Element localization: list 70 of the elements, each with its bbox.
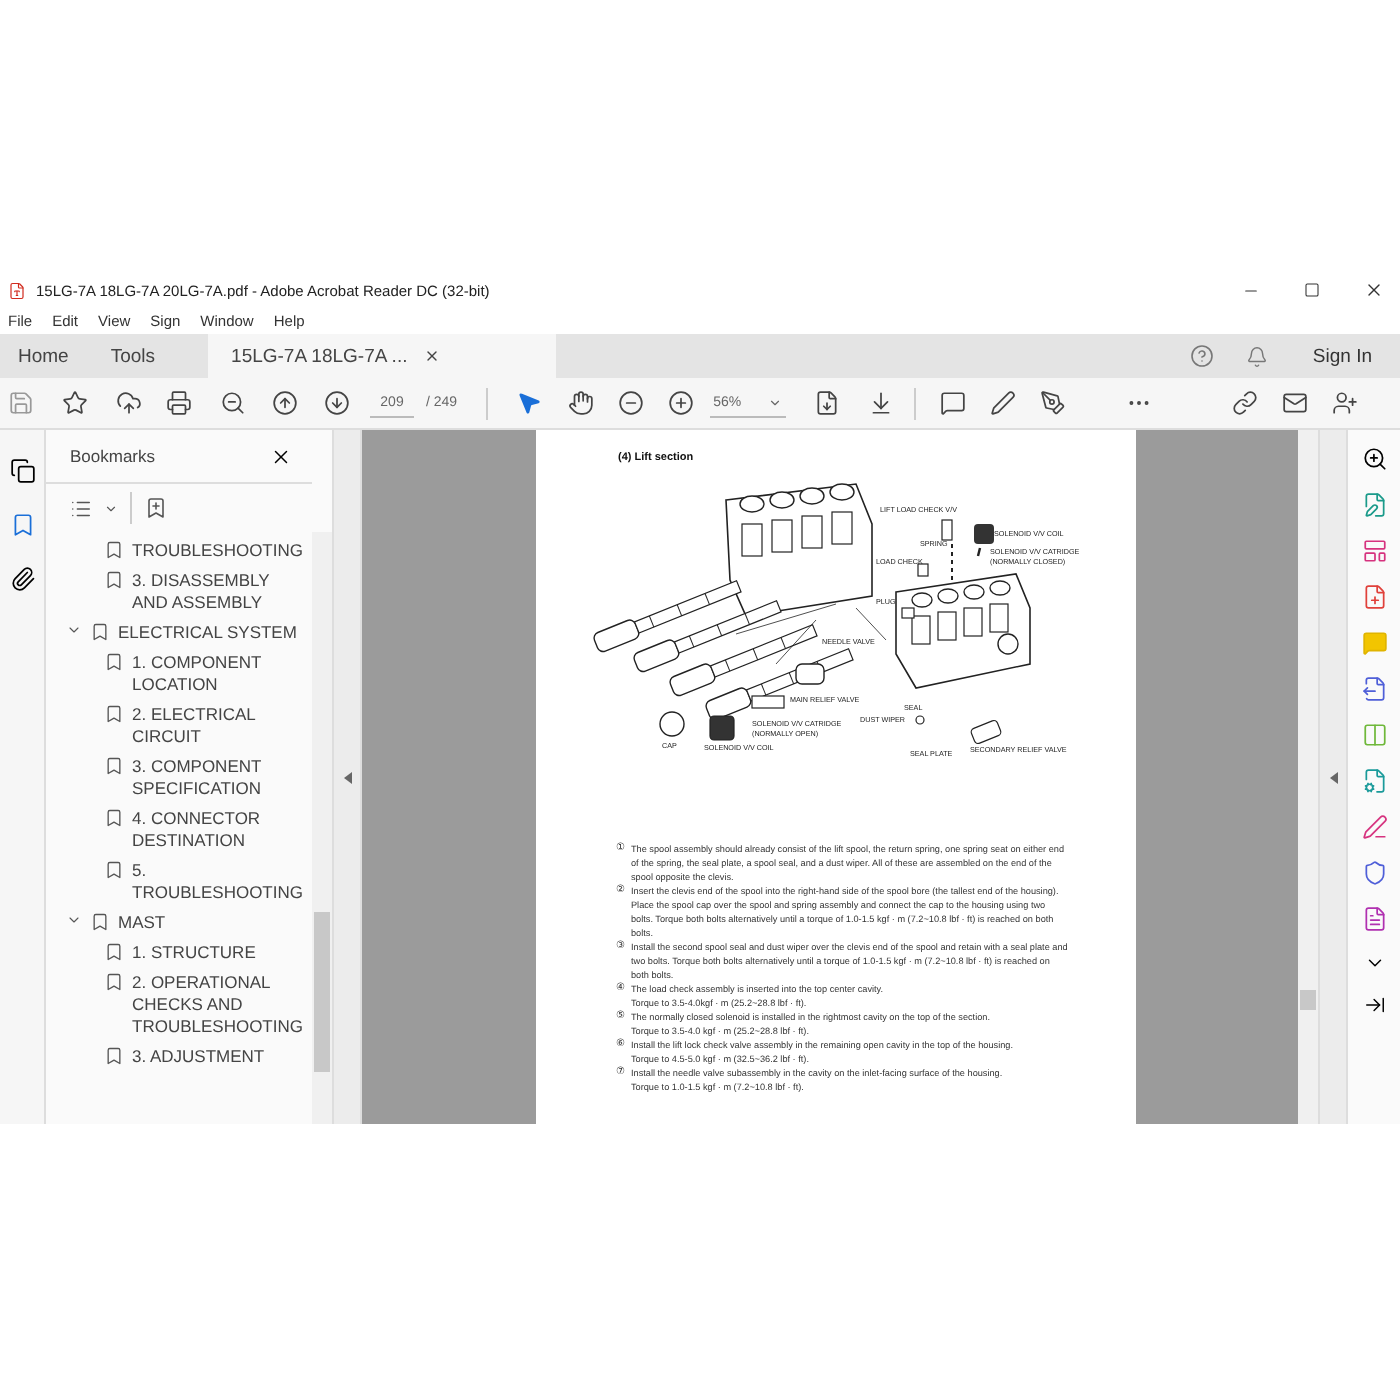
bookmark-item[interactable]: TROUBLESHOOTING [132, 540, 304, 562]
bookmark-item[interactable]: 5. TROUBLESHOOTING [132, 860, 304, 904]
bookmark-icon [104, 704, 124, 724]
select-cursor-icon[interactable] [515, 390, 542, 416]
export-file-icon[interactable] [1361, 676, 1387, 702]
caret-icon[interactable] [767, 395, 782, 409]
next-page-icon[interactable] [324, 390, 350, 416]
comment-icon[interactable] [939, 390, 966, 416]
search-icon[interactable] [220, 390, 246, 416]
bookmark-icon [104, 860, 124, 880]
file-gear-icon[interactable] [1361, 768, 1387, 794]
bookmark-item[interactable]: 3. ADJUSTMENT [132, 1046, 304, 1068]
bookmark-item[interactable]: 1. COMPONENT LOCATION [132, 652, 304, 696]
bell-icon[interactable] [1246, 345, 1269, 367]
shield-icon[interactable] [1361, 860, 1387, 886]
bookmark-icon[interactable] [9, 512, 35, 538]
bookmark-item[interactable]: 3. COMPONENT SPECIFICATION [132, 756, 304, 800]
share-link-icon[interactable] [1231, 390, 1258, 416]
paperclip-icon[interactable] [9, 566, 35, 592]
print-icon[interactable] [166, 390, 192, 416]
edit-file-icon[interactable] [1361, 492, 1387, 518]
expand-chevron-icon[interactable] [66, 622, 82, 638]
add-bookmark-icon[interactable] [144, 496, 168, 520]
bookmark-item[interactable]: 2. ELECTRICAL CIRCUIT [132, 704, 304, 748]
zoom-icon[interactable] [1361, 446, 1387, 472]
layout-icon[interactable] [1361, 538, 1387, 564]
pdf-app-icon [8, 281, 26, 299]
pen-icon[interactable] [1361, 814, 1387, 840]
bookmark-icon [104, 756, 124, 776]
collapse-panel-icon[interactable] [1363, 994, 1385, 1016]
collapse-arrow-icon[interactable] [343, 771, 351, 783]
close-icon[interactable] [270, 445, 292, 467]
hand-icon[interactable] [567, 390, 594, 416]
file-plus-icon[interactable] [1361, 584, 1387, 610]
sign-in-link[interactable]: Sign In [1312, 345, 1372, 367]
save-icon[interactable] [8, 390, 34, 416]
tab[interactable]: Home [0, 334, 87, 378]
bookmark-item[interactable]: 3. DISASSEMBLY AND ASSEMBLY [132, 570, 304, 614]
previous-page-icon[interactable] [272, 390, 298, 416]
pages-icon[interactable] [9, 458, 35, 484]
close-icon[interactable] [423, 348, 440, 364]
pen-icon[interactable] [989, 390, 1016, 416]
mail-icon[interactable] [1281, 390, 1308, 416]
bookmark-icon [104, 808, 124, 828]
expand-chevron-icon[interactable] [66, 912, 82, 928]
bookmark-icon [104, 1046, 124, 1066]
tab[interactable]: Tools [86, 334, 180, 378]
zoom-in-icon[interactable] [667, 390, 694, 416]
file-icon[interactable] [1361, 906, 1387, 932]
zoom-out-icon[interactable] [617, 390, 644, 416]
collapse-arrow-icon[interactable] [1329, 771, 1337, 783]
bookmark-item[interactable]: 4. CONNECTOR DESTINATION [132, 808, 304, 852]
tab[interactable]: 15LG-7A 18LG-7A ... [207, 334, 556, 378]
scroll-mode-icon[interactable] [867, 390, 894, 416]
bookmark-item[interactable]: MAST [118, 912, 310, 934]
help-icon[interactable] [1190, 344, 1215, 368]
star-icon[interactable] [62, 390, 88, 416]
bookmark-item[interactable]: 1. STRUCTURE [132, 942, 304, 964]
close-icon[interactable] [1364, 280, 1384, 300]
panel-title: Bookmarks [70, 446, 156, 466]
bookmark-item[interactable]: 2. OPERATIONAL CHECKS AND TROUBLESHOOTING [132, 972, 304, 1038]
add-user-icon[interactable] [1331, 390, 1358, 416]
bookmark-item[interactable]: ELECTRICAL SYSTEM [118, 622, 310, 644]
scrollbar[interactable] [1298, 430, 1318, 1124]
maximize-icon[interactable] [1304, 282, 1320, 298]
upload-icon[interactable] [116, 390, 142, 416]
fit-page-icon[interactable] [813, 390, 840, 416]
sign-icon[interactable] [1039, 390, 1066, 416]
scrollbar[interactable] [312, 532, 332, 1124]
caret-icon[interactable] [104, 501, 118, 515]
